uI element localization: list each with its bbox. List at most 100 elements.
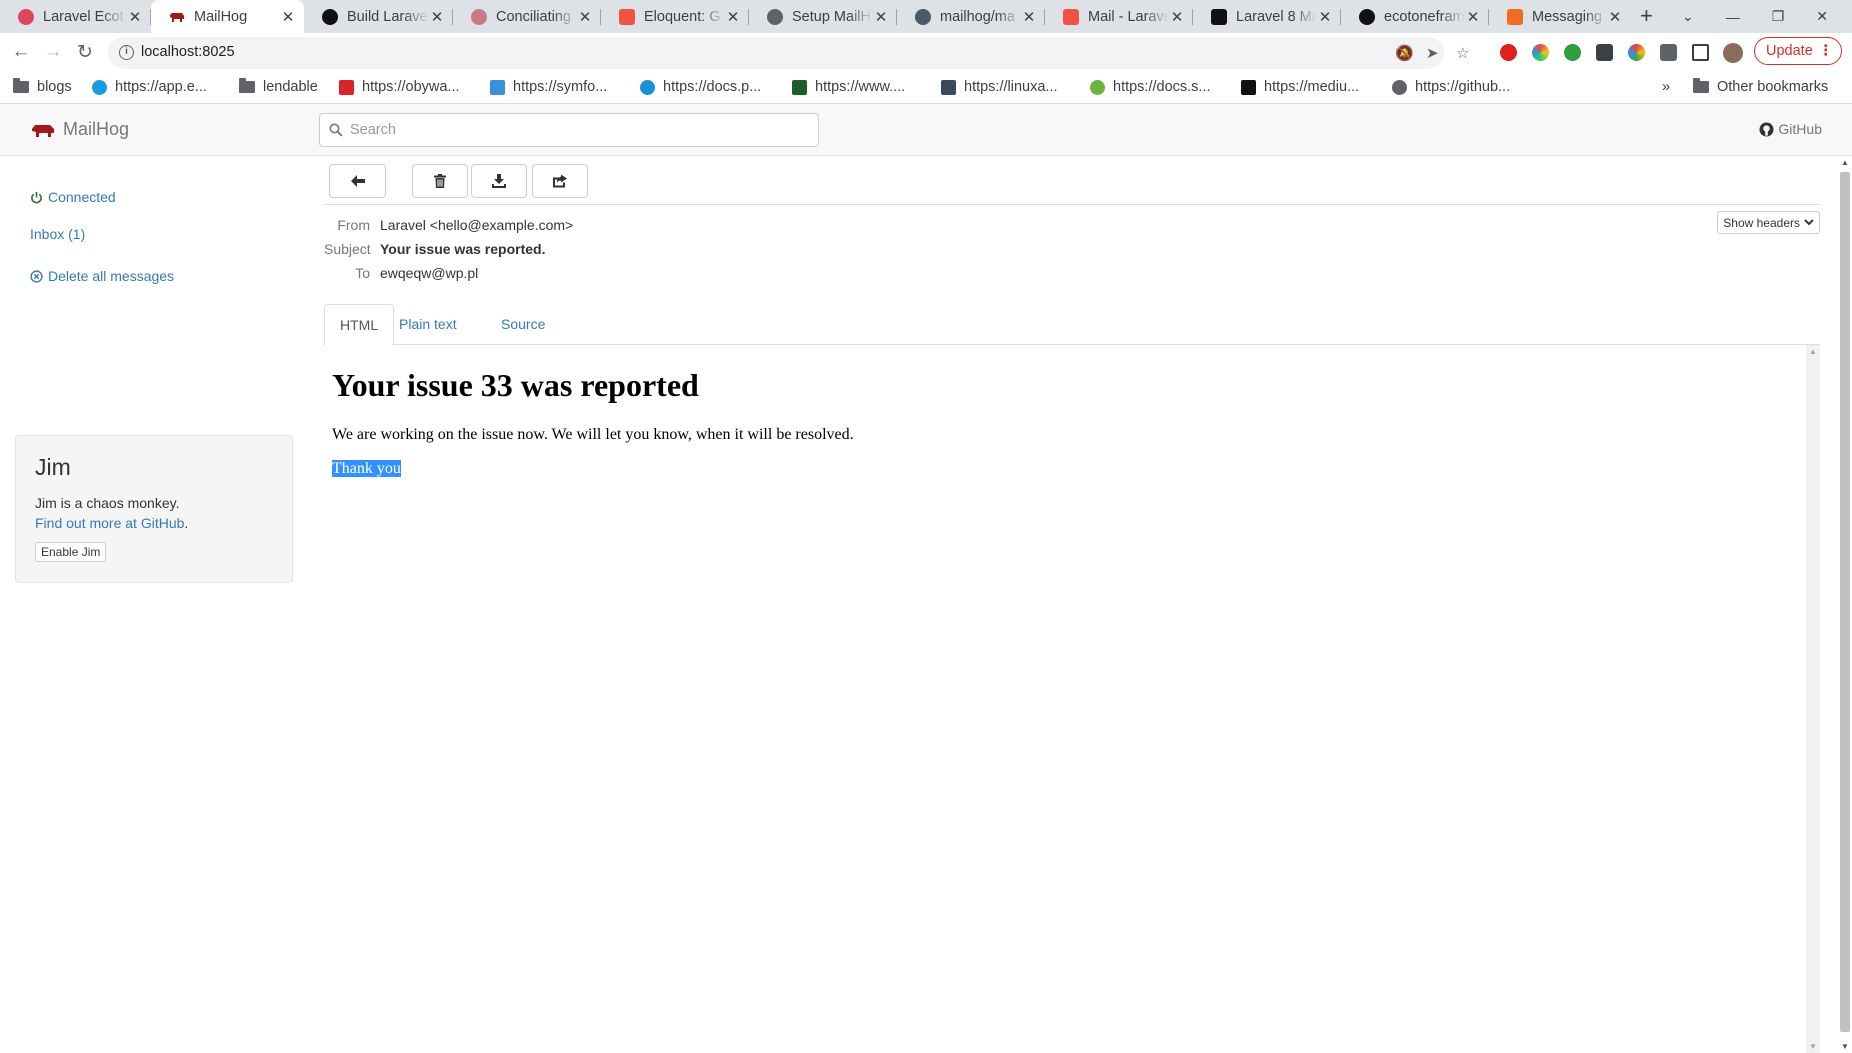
- browser-tab[interactable]: Conciliating ✕: [453, 0, 601, 33]
- search-box[interactable]: [319, 113, 819, 147]
- close-tab-icon[interactable]: ✕: [429, 8, 445, 26]
- close-tab-icon[interactable]: ✕: [873, 8, 889, 26]
- tab-plain-text[interactable]: Plain text: [384, 304, 472, 345]
- release-button[interactable]: [532, 164, 588, 198]
- browser-tab-title: Build Larave: [347, 8, 428, 25]
- close-tab-icon[interactable]: ✕: [127, 8, 143, 26]
- browser-tab-title: mailhog/ma: [940, 8, 1015, 25]
- header-key: To: [355, 265, 370, 281]
- tab-search-icon[interactable]: ⌄: [1682, 8, 1694, 25]
- url-text[interactable]: localhost:8025: [141, 44, 235, 60]
- close-tab-icon[interactable]: ✕: [1607, 8, 1623, 26]
- delete-button[interactable]: [412, 164, 468, 198]
- send-icon[interactable]: ➤: [1426, 44, 1439, 62]
- github-label: GitHub: [1778, 121, 1822, 137]
- back-button[interactable]: [329, 164, 386, 198]
- extensions-puzzle-icon[interactable]: [1660, 44, 1677, 61]
- color-extension-icon[interactable]: [1532, 44, 1549, 61]
- scroll-down-icon[interactable]: ▼: [1841, 1042, 1849, 1051]
- other-bookmarks[interactable]: Other bookmarks: [1693, 78, 1828, 95]
- delete-all-link[interactable]: Delete all messages: [30, 268, 174, 284]
- scroll-down-icon[interactable]: ▼: [1809, 1042, 1817, 1051]
- browser-tab[interactable]: Messaging ✕: [1489, 0, 1631, 33]
- bookmark-favicon-icon: [1392, 79, 1407, 95]
- scroll-up-icon[interactable]: ▲: [1809, 347, 1817, 356]
- close-window-icon[interactable]: ✕: [1816, 8, 1828, 25]
- bookmark-item[interactable]: https://github...: [1392, 79, 1510, 95]
- close-tab-icon[interactable]: ✕: [725, 8, 741, 26]
- bookmark-item[interactable]: https://symfo...: [490, 79, 607, 95]
- browser-tab[interactable]: Build Larave ✕: [304, 0, 453, 33]
- browser-tab-title: ecotonefram: [1384, 8, 1465, 25]
- brand[interactable]: MailHog: [31, 119, 129, 140]
- bug-extension-icon[interactable]: [1596, 44, 1613, 61]
- close-tab-icon[interactable]: ✕: [280, 8, 296, 26]
- bookmark-item[interactable]: https://www....: [792, 79, 905, 95]
- message-paragraph: We are working on the issue now. We will…: [332, 426, 854, 443]
- bookmark-item[interactable]: https://docs.p...: [640, 79, 761, 95]
- browser-tab-title: Setup MailH: [792, 8, 871, 25]
- avatar[interactable]: [1723, 43, 1743, 63]
- bookmark-favicon-icon: [941, 79, 956, 95]
- browser-tab[interactable]: Eloquent: G ✕: [601, 0, 749, 33]
- bookmark-item[interactable]: https://app.e...: [92, 79, 207, 95]
- scrollbar-thumb[interactable]: [1840, 172, 1850, 1032]
- opera-extension-icon[interactable]: [1500, 44, 1517, 61]
- bookmark-favicon-icon: [640, 79, 655, 95]
- tab-source[interactable]: Source: [486, 304, 560, 345]
- browser-tab[interactable]: Setup MailH ✕: [749, 0, 897, 33]
- close-tab-icon[interactable]: ✕: [1317, 8, 1333, 26]
- download-button[interactable]: [471, 164, 527, 198]
- scroll-up-icon[interactable]: ▲: [1841, 158, 1849, 167]
- side-panel-icon[interactable]: [1692, 44, 1709, 61]
- bookmark-folder[interactable]: lendable: [239, 78, 318, 95]
- browser-tab-active[interactable]: MailHog ✕: [151, 0, 304, 33]
- bookmark-item[interactable]: https://obywa...: [339, 79, 460, 95]
- close-tab-icon[interactable]: ✕: [1465, 8, 1481, 26]
- reload-icon[interactable]: ↻: [73, 41, 97, 64]
- browser-tab[interactable]: ecotonefram ✕: [1341, 0, 1489, 33]
- enable-jim-button[interactable]: Enable Jim: [35, 542, 107, 562]
- bookmarks-overflow-icon[interactable]: »: [1662, 79, 1670, 95]
- back-icon[interactable]: ←: [9, 41, 33, 63]
- forward-icon[interactable]: →: [41, 41, 65, 63]
- jim-github-link[interactable]: Find out more at GitHub: [35, 515, 184, 531]
- message-tabs: HTML Plain text Source: [324, 304, 1820, 346]
- github-link[interactable]: GitHub: [1759, 121, 1822, 137]
- tab-favicon-icon: [322, 8, 338, 25]
- address-bar[interactable]: i localhost:8025 🔕 ➤ ☆: [108, 37, 1469, 69]
- bookmark-label: https://obywa...: [362, 79, 460, 95]
- gear-extension-icon[interactable]: [1564, 44, 1581, 61]
- site-info-icon[interactable]: i: [119, 45, 134, 60]
- browser-tab[interactable]: Laravel 8 Ma ✕: [1193, 0, 1341, 33]
- message-headers: From Laravel <hello@example.com> Subject…: [324, 213, 573, 285]
- close-tab-icon[interactable]: ✕: [1169, 8, 1185, 26]
- browser-tab-title: Mail - Larave: [1088, 8, 1169, 25]
- update-button[interactable]: Update ⋮: [1754, 37, 1842, 65]
- browser-tab[interactable]: Mail - Larave ✕: [1045, 0, 1193, 33]
- show-headers-button[interactable]: Show headers: [1717, 211, 1820, 234]
- search-input[interactable]: [350, 114, 810, 146]
- preview-scrollbar[interactable]: ▲ ▼: [1806, 345, 1820, 1053]
- close-tab-icon[interactable]: ✕: [577, 8, 593, 26]
- bookmark-folder[interactable]: blogs: [13, 78, 72, 95]
- notifications-blocked-icon[interactable]: 🔕: [1395, 44, 1414, 62]
- bookmark-item[interactable]: https://linuxa...: [941, 79, 1058, 95]
- message-preview: Your issue 33 was reported We are workin…: [324, 345, 1820, 1053]
- browser-tab-title: Messaging: [1532, 8, 1603, 25]
- bookmark-star-icon[interactable]: ☆: [1456, 44, 1469, 62]
- bookmark-item[interactable]: https://mediu...: [1241, 79, 1359, 95]
- browser-tab[interactable]: Laravel Ecot ✕: [0, 0, 151, 33]
- restore-icon[interactable]: ❐: [1772, 8, 1785, 25]
- tab-favicon-icon: [1211, 8, 1227, 25]
- browser-tab[interactable]: mailhog/ma ✕: [897, 0, 1045, 33]
- bookmark-item[interactable]: https://docs.s...: [1090, 79, 1211, 95]
- close-tab-icon[interactable]: ✕: [1021, 8, 1037, 26]
- minimize-icon[interactable]: —: [1726, 9, 1740, 25]
- bookmark-label: https://linuxa...: [964, 79, 1058, 95]
- page-scrollbar[interactable]: ▲ ▼: [1838, 156, 1852, 1053]
- chrome-extension-icon[interactable]: [1628, 44, 1645, 61]
- inbox-link[interactable]: Inbox (1): [30, 226, 85, 242]
- new-tab-icon[interactable]: +: [1640, 3, 1653, 29]
- tab-favicon-icon: [1507, 8, 1523, 25]
